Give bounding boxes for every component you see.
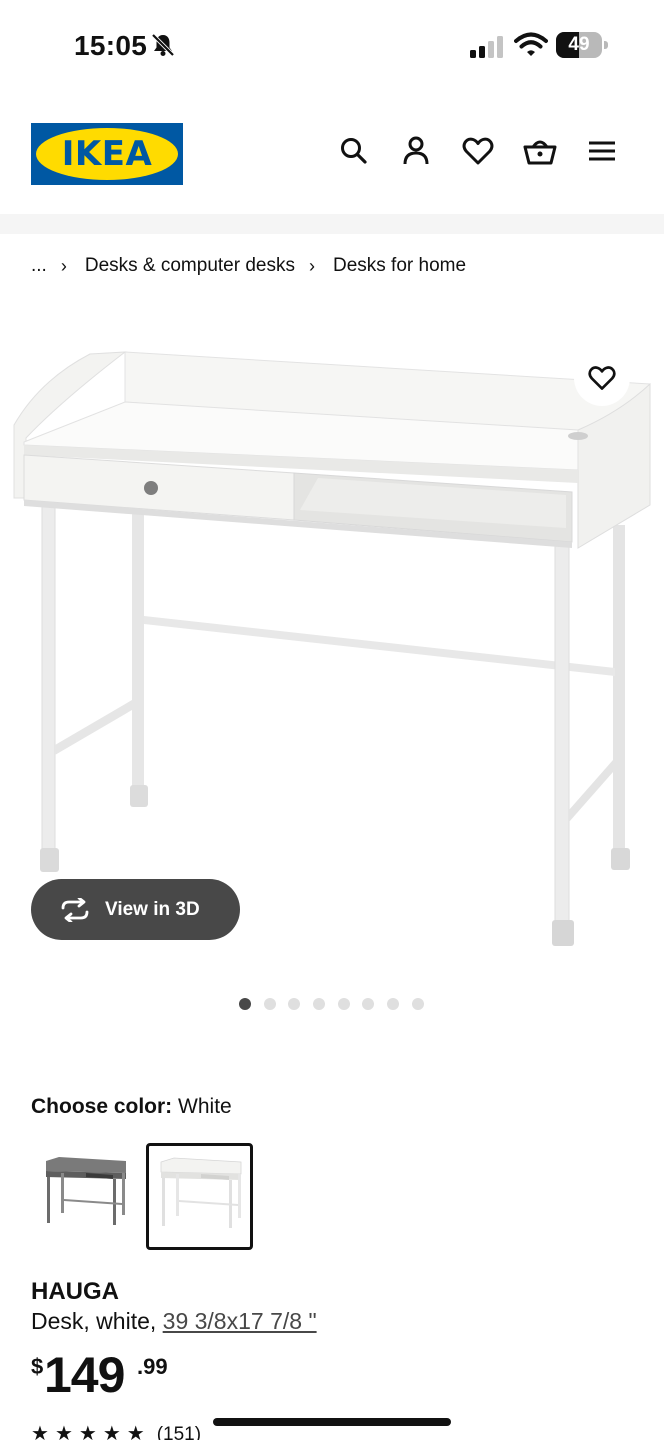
status-time: 15:05	[74, 30, 148, 61]
price-decimal: .99	[137, 1354, 168, 1379]
product-image[interactable]	[0, 320, 664, 970]
header-divider	[0, 214, 664, 234]
color-swatch-white[interactable]	[146, 1143, 253, 1250]
status-bar: 15:05 49	[0, 0, 664, 90]
view-in-3d-button[interactable]: View in 3D	[31, 879, 240, 940]
bell-muted-icon	[151, 33, 175, 57]
menu-icon[interactable]	[585, 134, 619, 168]
star-icon: ★	[54, 1424, 73, 1440]
product-dimensions-link[interactable]: 39 3/8x17 7/8 "	[163, 1308, 317, 1334]
heart-icon	[588, 366, 616, 390]
breadcrumb: ... › Desks & computer desks › Desks for…	[31, 253, 466, 279]
carousel-dot[interactable]	[313, 998, 326, 1010]
product-rating[interactable]: ★ ★ ★ ★ ★ (151)	[31, 1424, 201, 1440]
breadcrumb-ellipsis[interactable]: ...	[31, 255, 47, 277]
site-header: IKEA	[0, 112, 664, 202]
account-icon[interactable]	[399, 134, 433, 168]
favorites-heart-icon[interactable]	[461, 134, 495, 168]
rating-count: (151)	[156, 1424, 202, 1440]
chevron-right-icon: ›	[60, 255, 67, 276]
price-currency: $	[31, 1354, 44, 1379]
star-icon: ★	[78, 1424, 97, 1440]
breadcrumb-item-desks-for-home[interactable]: Desks for home	[333, 255, 466, 277]
chevron-right-icon: ›	[308, 255, 315, 276]
product-name: HAUGA	[31, 1278, 119, 1305]
carousel-dot[interactable]	[239, 998, 251, 1010]
carousel-dot[interactable]	[337, 998, 350, 1010]
signal-icon	[470, 36, 503, 58]
battery-indicator: 49	[556, 32, 608, 58]
carousel-dot[interactable]	[362, 998, 375, 1010]
star-half-icon: ★	[126, 1424, 145, 1440]
star-icon: ★	[31, 1424, 49, 1440]
carousel-dot[interactable]	[411, 998, 424, 1010]
product-favorite-button[interactable]	[574, 350, 630, 406]
product-description-prefix: Desk, white,	[31, 1308, 163, 1334]
color-swatch-dark-gray[interactable]	[31, 1143, 138, 1250]
battery-percent: 49	[568, 34, 590, 55]
price-integer: 149	[44, 1347, 125, 1403]
search-icon[interactable]	[337, 134, 371, 168]
carousel-dot[interactable]	[387, 998, 400, 1010]
wifi-icon	[514, 32, 548, 56]
product-description: Desk, white, 39 3/8x17 7/8 "	[31, 1308, 317, 1335]
carousel-dot[interactable]	[263, 998, 276, 1010]
view-in-3d-label: View in 3D	[105, 898, 200, 920]
star-icon: ★	[102, 1424, 121, 1440]
ikea-logo[interactable]: IKEA	[31, 123, 183, 185]
carousel-dots	[239, 998, 437, 1012]
breadcrumb-item-desks-computer-desks[interactable]: Desks & computer desks	[85, 255, 295, 277]
selected-color-value: White	[178, 1095, 232, 1118]
color-label-title: Choose color:	[31, 1095, 173, 1118]
color-chooser-label: Choose color: White	[31, 1095, 232, 1119]
rotate-3d-icon	[61, 897, 89, 922]
home-indicator[interactable]	[213, 1418, 451, 1426]
carousel-dot[interactable]	[288, 998, 301, 1010]
basket-icon[interactable]	[523, 134, 557, 168]
logo-text: IKEA	[61, 134, 153, 174]
